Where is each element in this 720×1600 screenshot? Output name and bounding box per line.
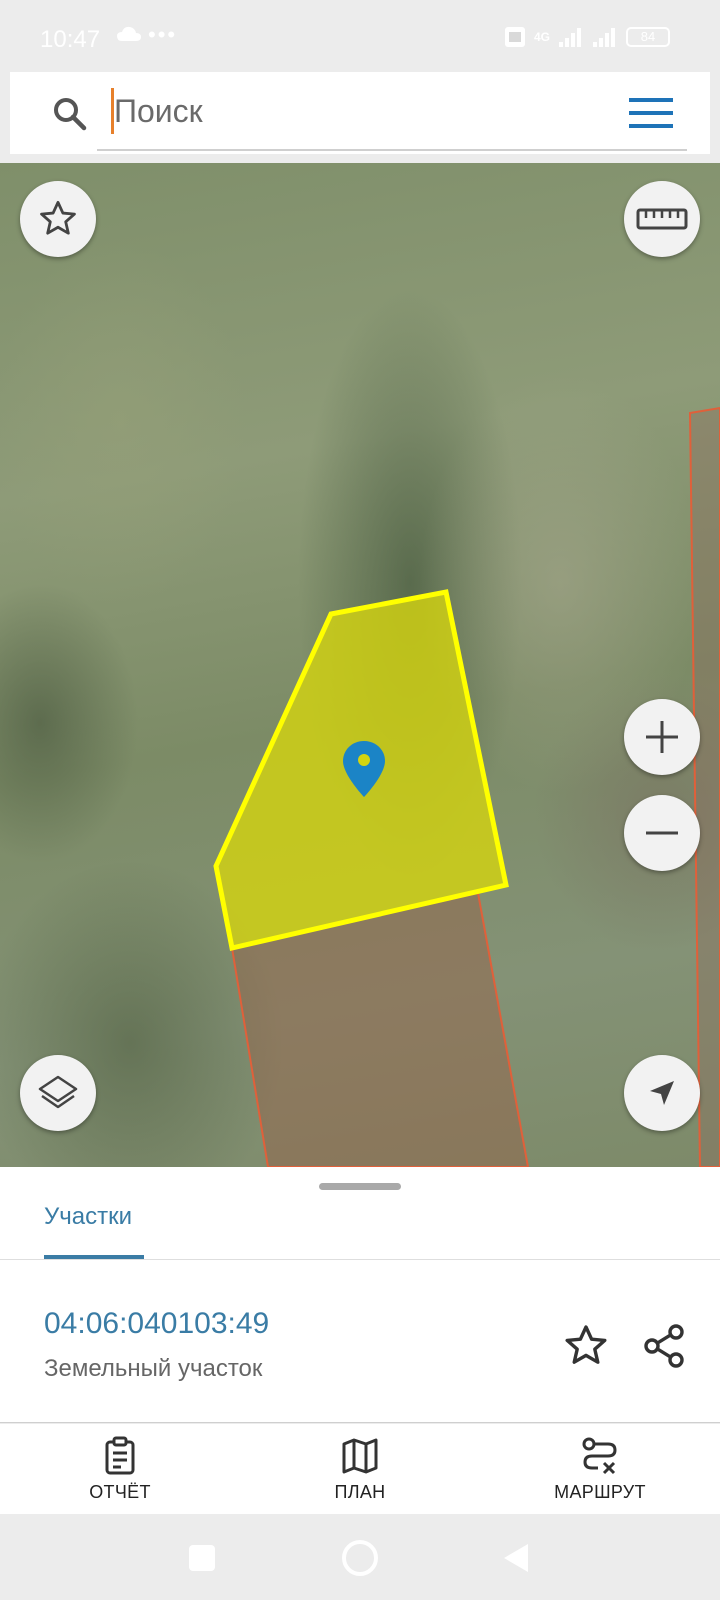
route-button[interactable]: МАРШРУТ: [480, 1424, 720, 1514]
tab-parcels[interactable]: Участки: [44, 1203, 132, 1231]
recents-button[interactable]: [189, 1545, 215, 1571]
status-time: 10:47: [40, 26, 101, 53]
minus-icon: [646, 831, 678, 835]
zoom-in-button[interactable]: [624, 699, 700, 775]
back-icon[interactable]: [502, 1542, 530, 1574]
cloud-icon: [117, 26, 141, 41]
favorites-button[interactable]: [20, 181, 96, 257]
status-icons: 4G 84: [504, 26, 670, 48]
home-button[interactable]: [342, 1540, 378, 1576]
parcel-cadastral-number[interactable]: 04:06:040103:49: [44, 1307, 269, 1341]
report-label: ОТЧЁТ: [89, 1482, 151, 1502]
navigation-arrow-icon: [650, 1081, 674, 1105]
route-label: МАРШРУТ: [554, 1482, 646, 1502]
map-view[interactable]: [0, 163, 720, 1167]
battery-icon: 84: [626, 27, 670, 47]
map-overlay: [213, 406, 720, 1167]
sheet-drag-handle[interactable]: [319, 1183, 401, 1190]
status-dots: •••: [148, 22, 178, 47]
hamburger-menu-icon[interactable]: [628, 96, 674, 130]
my-location-button[interactable]: [624, 1055, 700, 1131]
sheet-divider: [0, 1422, 720, 1423]
status-bar: 10:47 ••• 4G 84: [0, 0, 720, 70]
search-bar: [10, 72, 710, 154]
plan-label: ПЛАН: [334, 1482, 386, 1502]
star-outline-icon: [40, 200, 76, 235]
layers-icon: [38, 1075, 78, 1109]
ruler-icon: [636, 208, 688, 230]
route-icon: [582, 1437, 617, 1475]
search-input[interactable]: [114, 86, 594, 136]
search-underline: [97, 149, 687, 151]
layers-button[interactable]: [20, 1055, 96, 1131]
action-bar: ОТЧЁТ ПЛАН МАРШРУТ: [0, 1424, 720, 1514]
report-button[interactable]: ОТЧЁТ: [0, 1424, 240, 1514]
signal-icon: [559, 28, 581, 47]
zoom-out-button[interactable]: [624, 795, 700, 871]
neighbor-parcel-east[interactable]: [688, 406, 720, 1167]
map-plan-icon: [342, 1438, 378, 1474]
network-type: 4G: [533, 30, 550, 44]
report-icon: [105, 1436, 135, 1475]
share-icon[interactable]: [640, 1322, 688, 1370]
search-icon[interactable]: [50, 94, 90, 134]
plus-icon: [646, 721, 678, 753]
bottom-sheet: Участки 04:06:040103:49 Земельный участо…: [0, 1167, 720, 1423]
parcel-type: Земельный участок: [44, 1355, 263, 1382]
ruler-button[interactable]: [624, 181, 700, 257]
tab-divider: [0, 1259, 720, 1260]
signal-icon-2: [593, 28, 615, 47]
plan-button[interactable]: ПЛАН: [240, 1424, 480, 1514]
hd-icon: [504, 27, 525, 47]
system-nav-bar: [0, 1514, 720, 1600]
star-outline-icon[interactable]: [562, 1322, 610, 1370]
